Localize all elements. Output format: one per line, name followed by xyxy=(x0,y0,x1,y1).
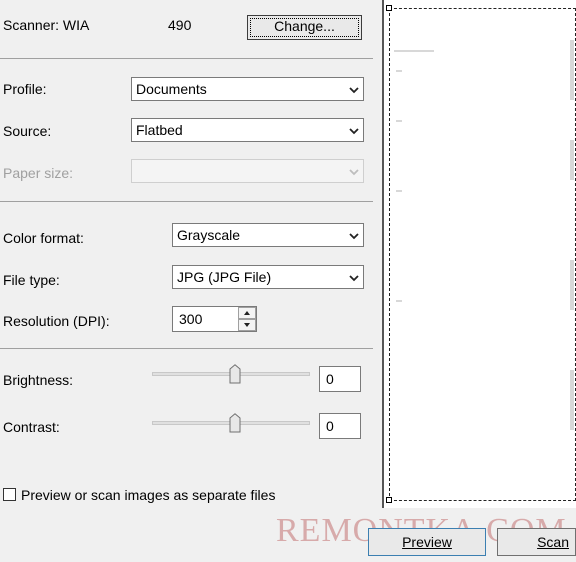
spin-up-icon xyxy=(244,311,250,315)
profile-value: Documents xyxy=(136,81,207,97)
chevron-down-icon xyxy=(349,128,359,135)
paper-size-dropdown xyxy=(131,159,364,183)
chevron-down-icon xyxy=(349,233,359,240)
change-button-label: Change... xyxy=(274,18,335,34)
crop-handle[interactable] xyxy=(386,5,392,11)
brightness-label: Brightness: xyxy=(3,372,74,388)
chevron-down-icon xyxy=(349,275,359,282)
color-format-label: Color format: xyxy=(3,230,84,246)
crop-handle[interactable] xyxy=(386,497,392,503)
resolution-value: 300 xyxy=(179,311,203,327)
source-value: Flatbed xyxy=(136,122,183,138)
scan-button-label: Scan xyxy=(537,534,569,550)
file-type-value: JPG (JPG File) xyxy=(177,269,272,285)
preview-button-label: Preview xyxy=(402,534,452,550)
resolution-spin-up[interactable] xyxy=(238,307,256,319)
separate-files-checkbox[interactable] xyxy=(3,488,16,501)
brightness-value: 0 xyxy=(326,371,334,387)
separator xyxy=(0,348,373,349)
source-label: Source: xyxy=(3,123,52,139)
profile-label: Profile: xyxy=(3,81,47,97)
brightness-slider-thumb[interactable] xyxy=(229,364,241,384)
file-type-label: File type: xyxy=(3,272,60,288)
color-format-value: Grayscale xyxy=(177,227,241,243)
contrast-slider-thumb[interactable] xyxy=(229,413,241,433)
scanner-label: Scanner: WIA xyxy=(3,17,90,33)
contrast-value: 0 xyxy=(326,418,334,434)
scanner-model: 490 xyxy=(168,17,192,33)
contrast-label: Contrast: xyxy=(3,419,60,435)
profile-dropdown[interactable]: Documents xyxy=(131,77,364,101)
separator xyxy=(0,58,373,59)
separate-files-label: Preview or scan images as separate files xyxy=(21,487,276,503)
chevron-down-icon xyxy=(349,169,359,176)
source-dropdown[interactable]: Flatbed xyxy=(131,118,364,142)
separator xyxy=(0,201,373,202)
color-format-dropdown[interactable]: Grayscale xyxy=(172,223,364,247)
scan-area-selection[interactable] xyxy=(389,8,576,501)
paper-size-label: Paper size: xyxy=(3,165,74,181)
chevron-down-icon xyxy=(349,87,359,94)
resolution-spin-down[interactable] xyxy=(238,319,256,331)
brightness-input[interactable]: 0 xyxy=(319,366,361,392)
resolution-label: Resolution (DPI): xyxy=(3,313,110,329)
contrast-input[interactable]: 0 xyxy=(319,413,361,439)
preview-button[interactable]: Preview xyxy=(368,528,486,556)
change-scanner-button[interactable]: Change... xyxy=(247,15,362,40)
file-type-dropdown[interactable]: JPG (JPG File) xyxy=(172,265,364,289)
spin-down-icon xyxy=(244,323,250,327)
scan-button[interactable]: Scan xyxy=(497,528,576,556)
